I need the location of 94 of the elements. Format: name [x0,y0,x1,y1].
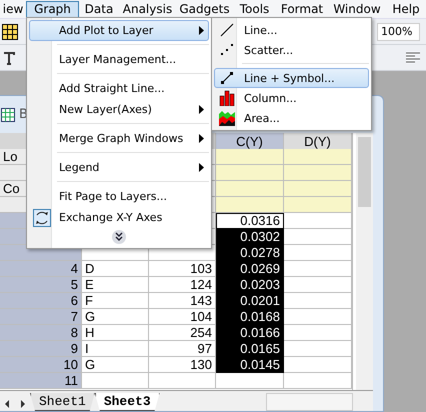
area-chart-icon [219,110,235,126]
table-cell[interactable]: 0.0278 [216,245,284,261]
line-symbol-icon [220,71,234,85]
swap-axes-icon [33,208,51,226]
table-cell[interactable]: 0.0269 [216,261,284,277]
label-cell[interactable] [216,149,284,165]
font-icon[interactable] [2,50,18,66]
table-cell[interactable]: 97 [149,341,216,357]
submenu-arrow-icon [199,134,204,143]
label-cell[interactable] [216,165,284,181]
table-cell[interactable] [284,373,352,389]
menu-item[interactable]: Graph [26,0,79,18]
label-cell[interactable] [216,181,284,197]
table-cell[interactable]: 124 [149,277,216,293]
label-cell[interactable] [216,197,284,213]
menu-item[interactable]: Gadgets [176,0,233,18]
table-cell[interactable]: 143 [149,293,216,309]
align-icon[interactable] [406,52,420,64]
table-cell[interactable]: D [82,261,149,277]
menu-item[interactable]: iew [0,0,26,18]
label-cell[interactable] [284,149,352,165]
vertical-scrollbar[interactable] [356,133,373,390]
label-cell[interactable] [284,181,352,197]
table-cell[interactable]: 0.0145 [216,357,284,373]
table-cell[interactable]: E [82,277,149,293]
table-cell[interactable] [284,357,352,373]
table-cell[interactable] [149,373,216,389]
menu-entry[interactable]: Layer Management... [29,49,209,70]
table-cell[interactable] [284,261,352,277]
spreadsheet-icon[interactable] [2,24,18,40]
sheet-tab[interactable]: Sheet1 [30,393,95,411]
menu-entry[interactable]: New Layer(Axes) [29,99,209,120]
table-cell[interactable]: 0.0203 [216,277,284,293]
submenu-arrow-icon [199,105,204,114]
row-number[interactable]: 7 [0,309,82,325]
table-cell[interactable] [284,293,352,309]
menu-entry[interactable]: Add Straight Line... [29,78,209,99]
submenu-arrow-icon [199,26,204,35]
table-cell[interactable] [216,373,284,389]
menu-entry[interactable]: Exchange X-Y Axes [29,207,209,228]
table-cell[interactable] [284,309,352,325]
menu-item[interactable]: Format [276,0,328,18]
menu-item[interactable]: Help [386,0,426,18]
table-cell[interactable]: 104 [149,309,216,325]
table-cell[interactable]: 254 [149,325,216,341]
menu-entry[interactable]: Scatter... [214,40,369,60]
table-cell[interactable] [284,229,352,245]
table-cell[interactable] [284,277,352,293]
table-cell[interactable] [284,325,352,341]
menu-item[interactable]: Tools [233,0,276,18]
row-number[interactable]: 11 [0,373,82,389]
table-cell[interactable]: 0.0302 [216,229,284,245]
menu-entry[interactable]: Column... [214,88,369,108]
menu-item[interactable]: Data [79,0,119,18]
table-cell[interactable]: 130 [149,357,216,373]
menu-entry[interactable]: Line... [214,20,369,40]
table-cell[interactable] [284,245,352,261]
label-cell[interactable] [284,197,352,213]
table-cell[interactable] [82,373,149,389]
table-cell[interactable]: H [82,325,149,341]
table-cell[interactable]: 103 [149,261,216,277]
table-cell[interactable]: F [82,293,149,309]
row-number[interactable]: 4 [0,261,82,277]
submenu-arrow-icon [199,163,204,172]
table-cell[interactable]: G [82,357,149,373]
row-number[interactable]: 10 [0,357,82,373]
horizontal-scrollbar[interactable] [266,393,353,411]
row-number[interactable]: 8 [0,325,82,341]
zoom-field[interactable]: 100% [377,22,420,40]
menu-entry[interactable]: Add Plot to Layer [29,20,209,41]
worksheet-icon [1,108,15,122]
sheet-tab[interactable]: Sheet3 [94,393,160,411]
line-icon [220,23,234,37]
table-cell[interactable]: 0.0316 [216,213,284,229]
label-cell[interactable] [284,165,352,181]
table-cell[interactable]: I [82,341,149,357]
table-cell[interactable]: G [82,309,149,325]
menu-entry[interactable]: Area... [214,108,369,128]
menu-entry[interactable]: Merge Graph Windows [29,128,209,149]
table-cell[interactable]: 0.0166 [216,325,284,341]
table-cell[interactable] [284,341,352,357]
menu-item[interactable]: Analysis [119,0,176,18]
table-cell[interactable]: 0.0168 [216,309,284,325]
menu-entry[interactable]: Line + Symbol... [214,68,369,88]
scatter-icon [220,43,234,57]
expand-icon[interactable] [112,230,126,244]
row-number[interactable]: 9 [0,341,82,357]
column-chart-icon [219,90,235,106]
row-number[interactable]: 5 [0,277,82,293]
table-cell[interactable] [284,213,352,229]
row-number[interactable]: 6 [0,293,82,309]
menu-item[interactable]: Window [328,0,386,18]
table-cell[interactable]: 0.0165 [216,341,284,357]
table-cell[interactable]: 0.0201 [216,293,284,309]
